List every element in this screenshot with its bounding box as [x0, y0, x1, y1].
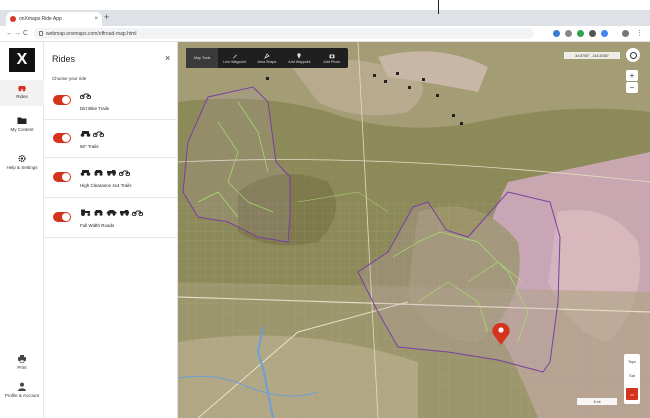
dirt-bike-icon [93, 131, 104, 137]
ride-item[interactable]: Dirt Bike Trails [44, 84, 178, 120]
extension-icon[interactable] [577, 30, 584, 37]
ride-item[interactable]: High Clearance 4x4 Trails [44, 158, 178, 198]
waypoint-icon [296, 52, 302, 59]
tool-add-photo[interactable]: Add Photo [316, 48, 348, 68]
back-icon[interactable]: ← [6, 29, 13, 38]
ride-label: Full Width Roads [80, 223, 115, 228]
ride-toggle[interactable] [53, 172, 71, 182]
dirt-bike-icon [132, 210, 143, 216]
layer-sat[interactable]: Sat [624, 374, 640, 378]
compass-icon [629, 51, 637, 59]
extension-icon[interactable] [601, 30, 608, 37]
address-bar-row: ← → C webmap.onxmaps.com/offroad-map.htm… [0, 26, 650, 42]
app-screen: onXmaps Ride App × + ← → C webmap.onxmap… [0, 0, 650, 418]
atv-icon [80, 170, 91, 176]
lock-icon [39, 31, 43, 36]
url-text: webmap.onxmaps.com/offroad-map.html [46, 30, 137, 37]
coordinates-readout: 34.8705°, -116.2036° [564, 52, 620, 59]
shape-icon [264, 52, 270, 59]
tractor-icon [81, 209, 91, 216]
tool-add-waypoint[interactable]: Add Waypoint [283, 48, 315, 68]
tool-map-tools[interactable]: Map Tools [186, 48, 219, 68]
tool-label: Area Shape [257, 59, 277, 64]
ride-toggle[interactable] [53, 212, 71, 222]
left-rail: X Rides My Content Help & Settings Print [0, 42, 44, 418]
rail-item-profile[interactable]: Profile & Account [0, 382, 44, 398]
new-tab-button[interactable]: + [104, 13, 109, 22]
rail-item-label: Print [17, 365, 27, 370]
tool-label: Add Photo [323, 59, 341, 64]
map-toolbar: Map Tools Line Waypoint Area Shape Add W… [186, 48, 348, 68]
browser-menu-icon[interactable]: ⋮ [636, 29, 643, 38]
profile-icon [17, 382, 27, 391]
tool-line-waypoint[interactable]: Line Waypoint [218, 48, 250, 68]
layers-button[interactable]: ▭ [626, 388, 638, 400]
pen-icon [232, 53, 238, 59]
browser-tab[interactable]: onXmaps Ride App × [6, 12, 102, 26]
truck-icon [120, 210, 129, 216]
vehicle-icons [80, 169, 130, 176]
rail-item-label: Rides [16, 94, 28, 99]
ride-label: Dirt Bike Trails [80, 106, 110, 111]
side-by-side-icon [94, 170, 103, 176]
rail-item-help-settings[interactable]: Help & Settings [0, 154, 44, 170]
forward-icon[interactable]: → [14, 29, 21, 38]
side-by-side-icon [94, 210, 103, 216]
zoom-in-button[interactable]: + [626, 70, 638, 81]
map-scale: 5 mi [577, 398, 617, 405]
atv-icon [80, 131, 91, 137]
browser-tab-bar: onXmaps Ride App × + [0, 10, 650, 26]
ride-label: 50" Trails [80, 144, 99, 149]
favicon-icon [10, 16, 16, 22]
tool-label: Map Tools [194, 56, 211, 60]
rail-item-print[interactable]: Print [0, 354, 44, 370]
close-tab-icon[interactable]: × [94, 16, 98, 22]
ride-item[interactable]: 50" Trails [44, 120, 178, 158]
map-layer-controls: Topo Sat ▭ [624, 354, 640, 404]
panel-subtitle: Choose your ride [52, 76, 87, 81]
ride-toggle[interactable] [53, 95, 71, 105]
extension-icon[interactable] [553, 30, 560, 37]
rail-item-label: Help & Settings [6, 165, 38, 170]
dirt-bike-icon [80, 93, 91, 99]
vehicle-icons [80, 209, 143, 216]
rides-panel: Rides × Choose your ride Dirt Bike Trail… [44, 42, 178, 418]
text-cursor [438, 0, 439, 14]
address-bar[interactable]: webmap.onxmaps.com/offroad-map.html [34, 28, 534, 39]
rides-icon [17, 83, 27, 92]
map-terrain [178, 42, 650, 418]
zoom-out-button[interactable]: − [626, 82, 638, 93]
tool-area-shape[interactable]: Area Shape [251, 48, 283, 68]
tab-title: onXmaps Ride App [19, 16, 62, 22]
profile-avatar-icon[interactable] [622, 30, 629, 37]
ride-toggle[interactable] [53, 133, 71, 143]
extension-icon[interactable] [589, 30, 596, 37]
close-panel-icon[interactable]: × [165, 53, 170, 63]
map-canvas[interactable] [178, 42, 650, 418]
reload-icon[interactable]: C [23, 29, 28, 38]
dirt-bike-icon [119, 170, 130, 176]
rail-item-label: My Content [10, 127, 34, 132]
ride-item[interactable]: Full Width Roads [44, 198, 178, 238]
panel-title: Rides [52, 54, 76, 64]
car-icon [106, 210, 117, 216]
layer-topo[interactable]: Topo [624, 360, 640, 364]
ride-label: High Clearance 4x4 Trails [80, 183, 132, 188]
tool-label: Line Waypoint [223, 59, 246, 64]
tool-label: Add Waypoint [288, 59, 311, 64]
print-icon [17, 354, 27, 363]
rail-item-label: Profile & Account [4, 393, 40, 398]
rail-item-rides[interactable]: Rides [0, 80, 44, 106]
camera-icon [329, 53, 335, 59]
compass-button[interactable] [626, 48, 640, 62]
folder-icon [17, 116, 27, 125]
onx-logo[interactable]: X [9, 48, 35, 72]
extension-icon[interactable] [565, 30, 572, 37]
rail-item-my-content[interactable]: My Content [0, 116, 44, 132]
layers-icon: ▭ [630, 391, 634, 397]
gear-icon [17, 154, 27, 163]
vehicle-icons [80, 92, 91, 99]
vehicle-icons [80, 130, 104, 137]
truck-icon [107, 170, 116, 176]
